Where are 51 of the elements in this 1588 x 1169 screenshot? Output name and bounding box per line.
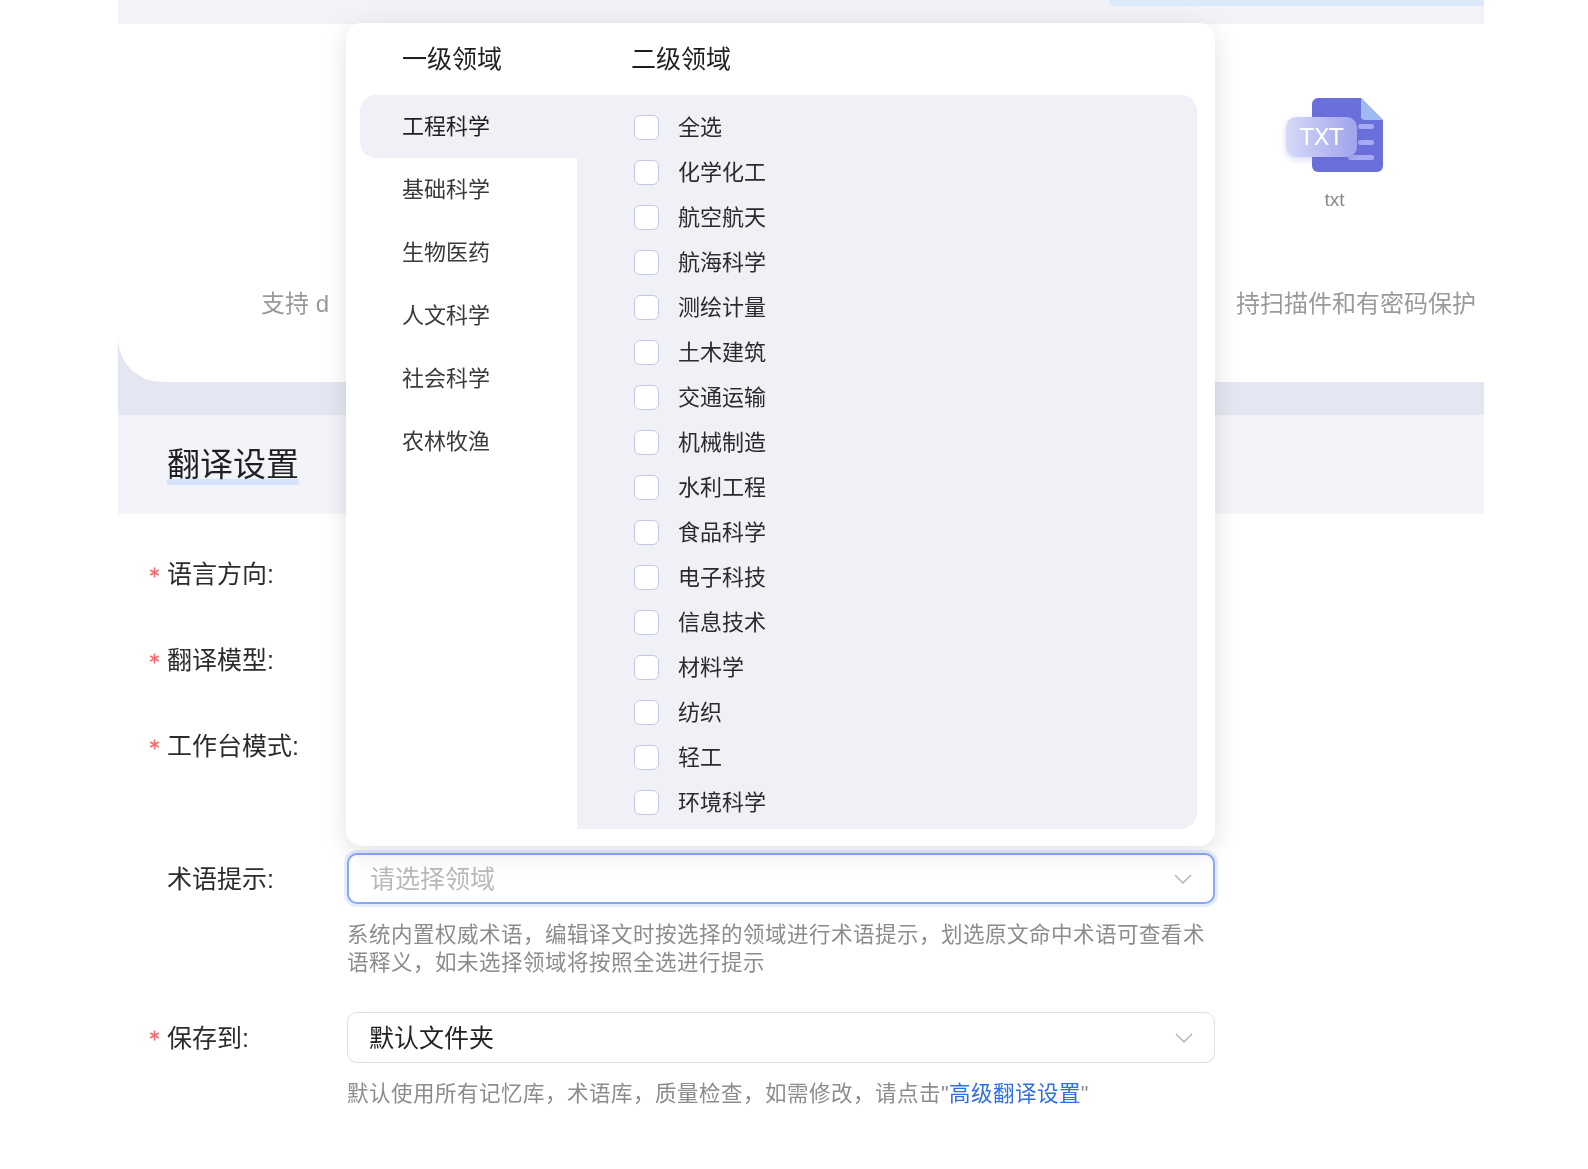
checkbox[interactable] [634, 520, 659, 545]
support-text: 支持 d [261, 290, 329, 318]
option-label[interactable]: 全选 [678, 112, 722, 143]
section-title: 翻译设置 [167, 444, 299, 485]
option-label[interactable]: 航空航天 [678, 202, 766, 233]
option-label[interactable]: 纺织 [678, 697, 722, 728]
option-label[interactable]: 信息技术 [678, 607, 766, 638]
field-label: 工作台模式: [167, 731, 299, 762]
select-field[interactable]: 默认文件夹 [347, 1012, 1215, 1063]
checkbox[interactable] [634, 790, 659, 815]
hint-text: 系统内置权威术语，编辑译文时按选择的领域进行术语提示，划选原文命中术语可查看术语释义，如未选择领域将按照全选进行提示 [347, 922, 1206, 977]
option-label[interactable]: 土木建筑 [678, 337, 766, 368]
field-label: 保存到: [167, 1022, 249, 1054]
settings-link[interactable]: 高级翻译设置 [948, 1082, 1081, 1106]
category-item[interactable]: 工程科学 [360, 95, 577, 158]
checkbox[interactable] [634, 745, 659, 770]
field-label: 术语提示: [167, 863, 274, 895]
column-header: 一级领域 [402, 44, 503, 75]
option-label[interactable]: 机械制造 [678, 427, 766, 458]
option-label[interactable]: 交通运输 [678, 382, 766, 413]
option-label[interactable]: 食品科学 [678, 517, 766, 548]
checkbox[interactable] [634, 385, 659, 410]
checkbox[interactable] [634, 430, 659, 455]
checkbox[interactable] [634, 205, 659, 230]
chevron-icon [1174, 873, 1192, 884]
checkbox[interactable] [634, 340, 659, 365]
checkbox[interactable] [634, 610, 659, 635]
checkbox[interactable] [634, 565, 659, 590]
checkbox[interactable] [634, 295, 659, 320]
checkbox[interactable] [634, 115, 659, 140]
option-label[interactable]: 水利工程 [678, 472, 766, 503]
field-label: 语言方向: [167, 559, 274, 590]
checkbox[interactable] [634, 655, 659, 680]
checkbox[interactable] [634, 160, 659, 185]
checkbox[interactable] [634, 475, 659, 500]
checkbox[interactable] [634, 700, 659, 725]
field-label: 翻译模型: [167, 645, 274, 676]
chevron-icon [1175, 1032, 1193, 1043]
checkbox[interactable] [634, 250, 659, 275]
option-label[interactable]: 航海科学 [678, 247, 766, 278]
support-text: 持扫描件和有密码保护 [1236, 290, 1476, 318]
option-label[interactable]: 环境科学 [678, 787, 766, 818]
option-label[interactable]: 材料学 [678, 652, 744, 683]
option-label[interactable]: 电子科技 [678, 562, 766, 593]
hint-text: 默认使用所有记忆库，术语库，质量检查，如需修改，请点击"高级翻译设置" [347, 1081, 1090, 1108]
column-header: 二级领域 [631, 44, 731, 75]
option-label[interactable]: 化学化工 [678, 157, 766, 188]
option-label[interactable]: 测绘计量 [678, 292, 766, 323]
file-type-label: txt [1324, 188, 1345, 212]
option-label[interactable]: 轻工 [678, 742, 722, 773]
file-type-badge: TXT [1286, 117, 1357, 157]
